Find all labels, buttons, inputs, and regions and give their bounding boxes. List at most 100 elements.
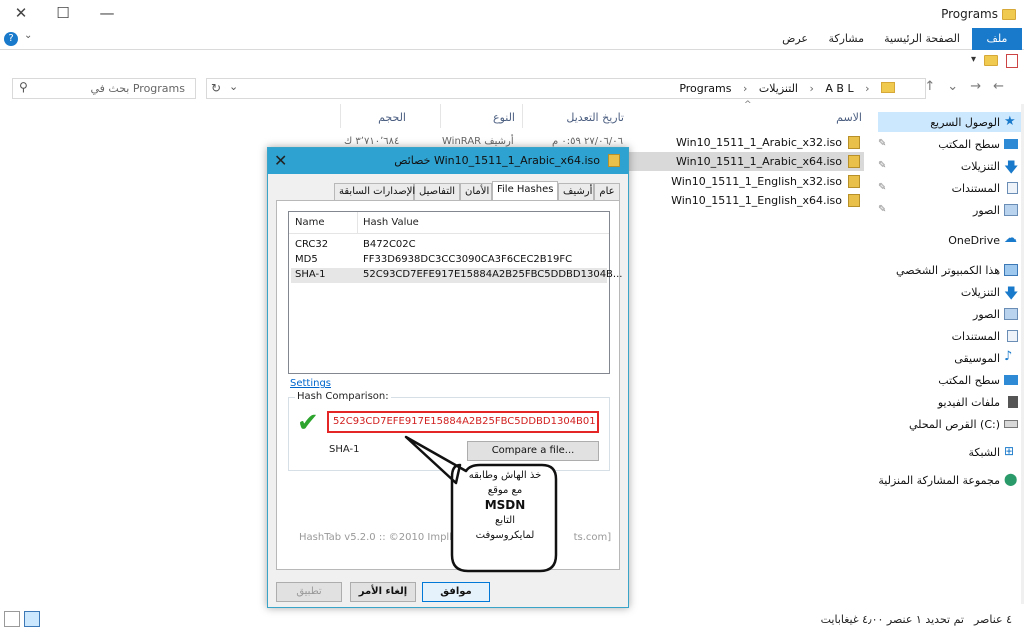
tab-file-hashes[interactable]: File Hashes xyxy=(492,181,558,202)
pin-icon[interactable]: ✎ xyxy=(878,204,886,215)
nav-pc-documents[interactable]: المستندات xyxy=(878,326,1024,346)
tab-general[interactable]: عام xyxy=(594,183,620,201)
tab-share[interactable]: مشاركة xyxy=(820,28,872,50)
nav-desktop[interactable]: ✎ سطح المكتب xyxy=(878,134,1024,154)
breadcrumb-item-downloads[interactable]: التنزيلات xyxy=(759,82,798,95)
nav-label: الصور xyxy=(973,308,1000,321)
tab-home[interactable]: الصفحة الرئيسية xyxy=(876,28,968,50)
tab-previous-versions[interactable]: الإصدارات السابقة xyxy=(334,183,415,201)
chevron-down-icon[interactable]: ⌄ xyxy=(947,79,970,94)
nav-downloads[interactable]: ✎ 🡇 التنزيلات xyxy=(878,156,1024,176)
help-icon[interactable]: ? xyxy=(4,32,18,46)
search-box[interactable]: ⚲ بحث في Programs xyxy=(12,78,196,99)
hash-name: SHA-1 xyxy=(295,269,326,280)
tab-file[interactable]: ملف xyxy=(972,28,1022,50)
callout-text: خذ الهاش وطابقه مع موقع MSDN التابع لماي… xyxy=(455,468,555,543)
header-hash-value[interactable]: Hash Value xyxy=(363,217,419,228)
tab-view[interactable]: عرض xyxy=(774,28,816,50)
large-icons-view-icon[interactable] xyxy=(4,611,20,627)
nav-this-pc[interactable]: هذا الكمبيوتر الشخصي xyxy=(878,260,1024,280)
refresh-icon[interactable]: ↻ xyxy=(211,81,221,95)
customize-toolbar-icon[interactable]: ▾ xyxy=(971,54,976,65)
nav-documents[interactable]: ✎ المستندات xyxy=(878,178,1024,198)
back-arrow-icon[interactable]: ← xyxy=(993,79,1016,94)
hash-comparison-input[interactable]: 52C93CD7EFE917E15884A2B25FBC5DDBD1304B01 xyxy=(327,411,599,433)
breadcrumb-item-user[interactable]: A B L xyxy=(825,82,853,95)
file-size: ٣٬٧١٠٬٦٨٤ ك xyxy=(344,136,400,147)
address-row: ⚲ بحث في Programs ↻ ⌄ ‹ A B L ‹ التنزيلا… xyxy=(0,76,1024,102)
up-arrow-icon[interactable]: ↑ xyxy=(924,79,947,94)
pin-icon[interactable]: ✎ xyxy=(878,182,886,193)
file-row[interactable]: Win10_1511_1_Arabic_x32.iso xyxy=(676,133,864,152)
nav-pc-music[interactable]: ♪ الموسيقى xyxy=(878,348,1024,368)
folder-icon xyxy=(881,82,895,93)
search-icon: ⚲ xyxy=(19,80,28,94)
hash-value: 52C93CD7EFE917E15884A2B25FBC5DDBD1304B..… xyxy=(363,269,623,280)
address-bar[interactable]: ↻ ⌄ ‹ A B L ‹ التنزيلات ‹ Programs xyxy=(206,78,926,99)
close-icon[interactable]: ✕ xyxy=(10,4,32,24)
callout-line: لمايكروسوفت xyxy=(475,530,535,541)
nav-pc-downloads[interactable]: 🡇 التنزيلات xyxy=(878,282,1024,302)
pin-icon[interactable]: ✎ xyxy=(878,160,886,171)
minimize-icon[interactable]: — xyxy=(96,4,118,24)
nav-pc-desktop[interactable]: سطح المكتب xyxy=(878,370,1024,390)
chevron-down-icon[interactable]: ⌄ xyxy=(229,80,238,93)
nav-pictures[interactable]: ✎ الصور xyxy=(878,200,1024,220)
column-name[interactable]: الاسم xyxy=(836,111,862,124)
forward-arrow-icon[interactable]: → xyxy=(970,79,993,94)
video-icon xyxy=(1008,396,1018,408)
nav-label: المستندات xyxy=(951,182,1000,195)
hash-comparison-label: Hash Comparison: xyxy=(295,391,391,402)
close-icon[interactable]: ✕ xyxy=(274,151,287,170)
settings-link[interactable]: Settings xyxy=(290,378,331,389)
header-name[interactable]: Name xyxy=(295,217,325,228)
file-row[interactable]: Win10_1511_1_English_x32.iso xyxy=(671,172,864,191)
picture-icon xyxy=(1004,204,1018,216)
breadcrumb-separator: ‹ xyxy=(742,82,748,95)
hash-list-header: Name Hash Value xyxy=(289,212,609,234)
new-folder-icon[interactable] xyxy=(984,55,998,66)
breadcrumb-item-programs[interactable]: Programs xyxy=(679,82,731,95)
file-row[interactable]: Win10_1511_1_English_x64.iso xyxy=(671,191,864,210)
nav-label: مجموعة المشاركة المنزلية xyxy=(878,474,1000,487)
nav-label: الشبكة xyxy=(968,446,1000,459)
nav-quick-access[interactable]: ★ الوصول السريع xyxy=(878,112,1024,132)
nav-pc-videos[interactable]: ملفات الفيديو xyxy=(878,392,1024,412)
nav-onedrive[interactable]: ☁ OneDrive xyxy=(878,230,1024,250)
chevron-down-icon[interactable]: ⌄ xyxy=(24,30,32,41)
hash-list[interactable]: Name Hash Value CRC32 B472C02C MD5 FF33D… xyxy=(288,211,622,374)
dialog-tabs: عام أرشيف File Hashes الأمان التفاصيل ال… xyxy=(316,181,620,202)
nav-pc-pictures[interactable]: الصور xyxy=(878,304,1024,324)
nav-homegroup[interactable]: ⬤ مجموعة المشاركة المنزلية xyxy=(878,470,1024,490)
apply-button[interactable]: تطبيق xyxy=(276,582,342,602)
column-size[interactable]: الحجم xyxy=(378,111,406,124)
archive-icon xyxy=(848,155,860,168)
hash-row[interactable]: CRC32 B472C02C xyxy=(291,238,607,253)
dialog-title-bar: ✕ خصائص Win10_1511_1_Arabic_x64.iso xyxy=(268,148,628,174)
document-icon xyxy=(1007,330,1018,342)
nav-local-disk[interactable]: القرص المحلي (C:) xyxy=(878,414,1024,434)
maximize-icon[interactable]: ☐ xyxy=(52,4,74,24)
breadcrumb: ‹ A B L ‹ التنزيلات ‹ Programs xyxy=(675,82,899,95)
column-separator xyxy=(357,212,358,234)
desktop-icon xyxy=(1004,375,1018,385)
hash-row-selected[interactable]: SHA-1 52C93CD7EFE917E15884A2B25FBC5DDBD1… xyxy=(291,268,622,283)
properties-icon[interactable] xyxy=(1006,54,1018,68)
cancel-button[interactable]: إلغاء الأمر xyxy=(350,582,416,602)
details-view-icon[interactable] xyxy=(24,611,40,627)
hash-row[interactable]: MD5 FF33D6938DC3CC3090CA3F6CEC2B19FC xyxy=(291,253,607,268)
callout-line: مع موقع xyxy=(487,485,523,496)
tab-security[interactable]: الأمان xyxy=(460,183,492,201)
download-arrow-icon: 🡇 xyxy=(1004,160,1019,176)
tab-details[interactable]: التفاصيل xyxy=(414,183,460,201)
callout-line: خذ الهاش وطابقه xyxy=(468,470,542,481)
pin-icon[interactable]: ✎ xyxy=(878,138,886,149)
nav-network[interactable]: ⊞ الشبكة xyxy=(878,442,1024,462)
column-type[interactable]: النوع xyxy=(493,111,515,124)
column-date[interactable]: تاريخ التعديل xyxy=(566,111,624,124)
tab-archive[interactable]: أرشيف xyxy=(558,183,594,201)
hash-algorithm: SHA-1 xyxy=(329,444,360,455)
ok-button[interactable]: موافق xyxy=(422,582,490,602)
nav-label: OneDrive xyxy=(948,234,1000,247)
navigation-buttons: ↑⌄→← xyxy=(924,79,1016,94)
